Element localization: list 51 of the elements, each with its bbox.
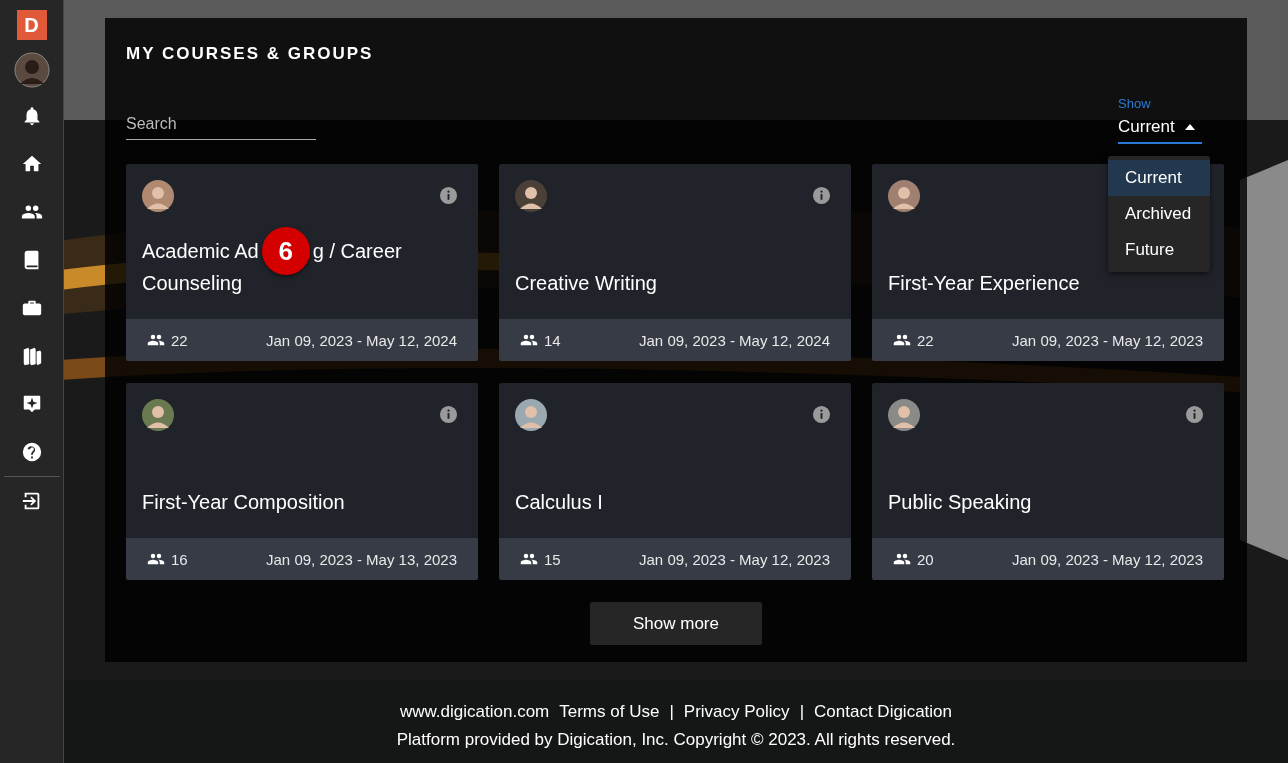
footer-link[interactable]: Contact Digication — [814, 702, 952, 722]
avatar — [515, 399, 547, 431]
menu-option[interactable]: Current — [1108, 160, 1210, 196]
date-range: Jan 09, 2023 - May 13, 2023 — [266, 550, 457, 568]
info-icon[interactable] — [439, 405, 458, 424]
info-icon[interactable] — [812, 186, 831, 205]
footer-link[interactable]: Terms of Use — [559, 702, 660, 722]
avatar — [142, 399, 174, 431]
course-title[interactable]: First-Year Composition — [142, 486, 345, 518]
course-title[interactable]: Public Speaking — [888, 486, 1032, 518]
member-count: 22 — [171, 331, 188, 349]
show-label: Show — [1118, 96, 1151, 111]
search-field[interactable]: Search — [126, 111, 316, 140]
separator: | — [799, 702, 805, 722]
info-icon[interactable] — [812, 405, 831, 424]
date-range: Jan 09, 2023 - May 12, 2023 — [1012, 550, 1203, 568]
avatar — [888, 399, 920, 431]
course-title[interactable]: First-Year Experience — [888, 267, 1080, 299]
date-range: Jan 09, 2023 - May 12, 2024 — [639, 331, 830, 349]
site-link[interactable]: www.digication.com — [399, 702, 550, 722]
separator: | — [669, 702, 674, 722]
help-icon[interactable] — [20, 441, 43, 463]
avatar — [888, 180, 920, 212]
member-count: 16 — [171, 550, 188, 568]
date-range: Jan 09, 2023 - May 12, 2023 — [639, 550, 830, 568]
member-count: 20 — [917, 550, 934, 568]
course-title[interactable]: g / Career — [312, 235, 402, 267]
info-icon[interactable] — [1185, 405, 1204, 424]
member-count: 22 — [917, 331, 934, 349]
show-more-button[interactable]: Show more — [590, 602, 762, 645]
info-icon[interactable] — [439, 186, 458, 205]
member-count: 14 — [544, 331, 561, 349]
member-count: 15 — [544, 550, 561, 568]
course-title[interactable]: Counseling — [142, 267, 243, 299]
avatar — [142, 180, 174, 212]
avatar — [515, 180, 547, 212]
logo[interactable]: D — [16, 10, 47, 40]
menu-option[interactable]: Future — [1108, 232, 1210, 268]
caret-icon — [1184, 124, 1195, 130]
step-badge: 6 — [261, 227, 310, 275]
page-heading: MY COURSES & GROUPS — [126, 44, 375, 64]
course-title[interactable]: Creative Writing — [515, 267, 657, 299]
date-range: Jan 09, 2023 - May 12, 2024 — [266, 331, 457, 349]
avatar[interactable] — [13, 52, 50, 88]
course-title[interactable]: Calculus I — [515, 486, 603, 518]
show-select[interactable]: Current — [1118, 111, 1202, 144]
footer-link[interactable]: Privacy Policy — [683, 702, 790, 722]
date-range: Jan 09, 2023 - May 12, 2023 — [1012, 331, 1203, 349]
course-title[interactable]: Academic Ad — [142, 235, 259, 267]
copyright: Platform provided by Digication, Inc. Copyright © 2023. All rights reserved. — [396, 730, 956, 750]
menu-option[interactable]: Archived — [1108, 196, 1210, 232]
